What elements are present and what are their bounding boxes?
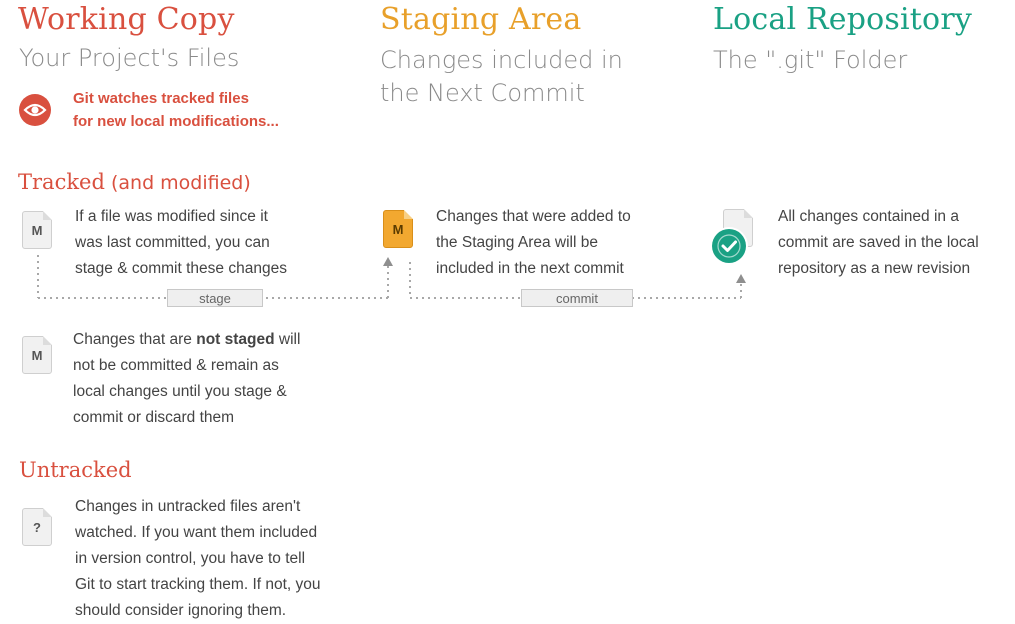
not-staged-line-2: not be committed & remain as [73, 357, 279, 374]
untracked-line-4: Git to start tracking them. If not, you [75, 576, 321, 593]
not-staged-bold: not staged [196, 331, 275, 348]
not-staged-line-1: Changes that are not staged will [73, 327, 300, 353]
arrow-up-icon [736, 274, 746, 283]
untracked-line-1: Changes in untracked files aren't [75, 498, 301, 515]
untracked-line-3: in version control, you have to tell [75, 550, 306, 567]
modified-file-icon: M [22, 336, 52, 374]
untracked-line-5: should consider ignoring them. [75, 602, 287, 619]
not-staged-line-3: local changes until you stage & [73, 383, 287, 400]
untracked-file-icon: ? [22, 508, 52, 546]
not-staged-pre: Changes that are [73, 331, 197, 348]
not-staged-post: will [274, 331, 301, 348]
stage-tag: stage [167, 289, 263, 307]
commit-tag: commit [521, 289, 633, 307]
untracked-text: Changes in untracked files aren't watche… [75, 494, 321, 624]
untracked-line-2: watched. If you want them included [75, 524, 318, 541]
not-staged-file-label: M [31, 347, 43, 363]
untracked-file-label: ? [33, 519, 41, 535]
arrow-up-icon [383, 257, 393, 266]
not-staged-text: Changes that are not staged will not be … [73, 327, 300, 431]
untracked-heading: Untracked [19, 458, 132, 482]
not-staged-line-4: commit or discard them [73, 409, 235, 426]
